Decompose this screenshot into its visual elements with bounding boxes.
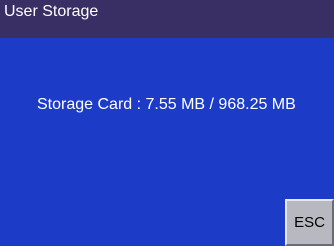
title-bar: User Storage	[0, 0, 334, 38]
window-title: User Storage	[4, 3, 99, 20]
storage-card-usage: Storage Card : 7.55 MB / 968.25 MB	[37, 96, 296, 113]
user-storage-screen: User Storage Storage Card : 7.55 MB / 96…	[0, 0, 334, 246]
esc-button[interactable]: ESC	[285, 199, 334, 246]
